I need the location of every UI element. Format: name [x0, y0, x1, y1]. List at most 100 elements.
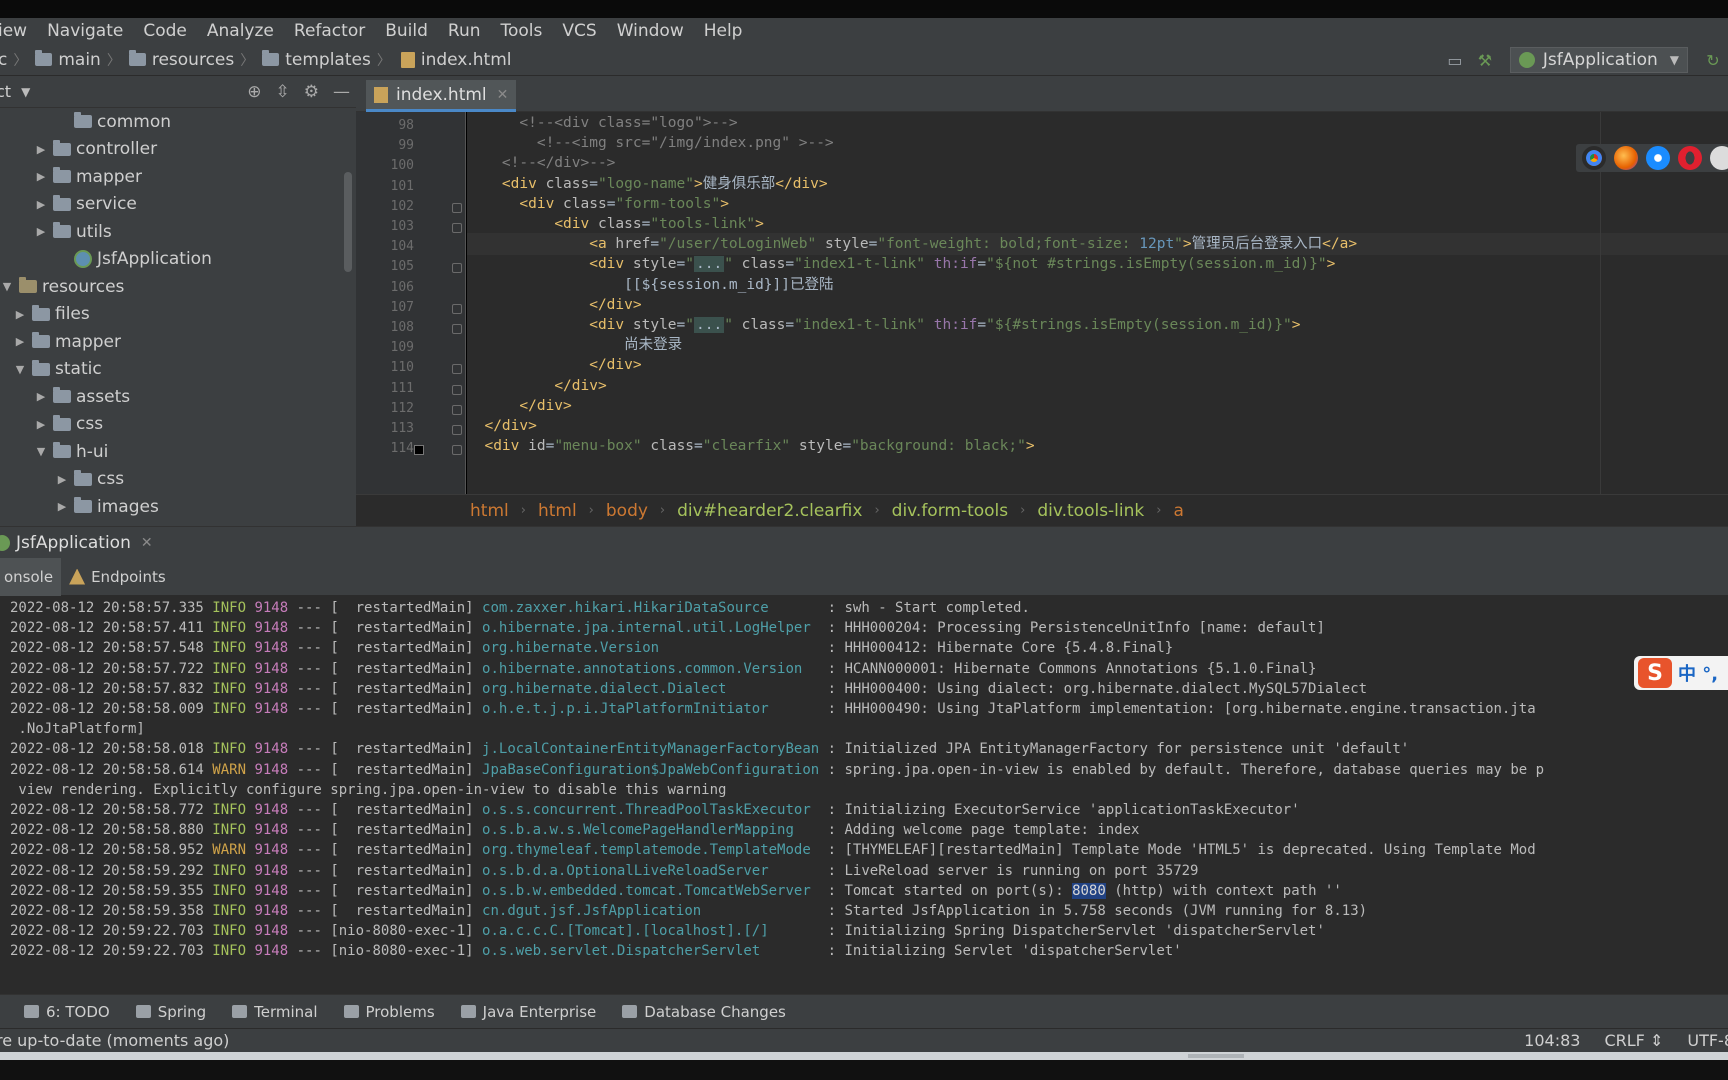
tree-item-css[interactable]: ▶ css: [0, 411, 356, 439]
menu-item-run[interactable]: Run: [438, 21, 491, 41]
tree-item-service[interactable]: ▶ service: [0, 191, 356, 219]
gear-icon[interactable]: ⚙: [304, 82, 319, 102]
menu-item-build[interactable]: Build: [375, 21, 438, 41]
toolwindow-todo[interactable]: 6: TODO: [24, 1003, 110, 1021]
menu-item-help[interactable]: Help: [694, 21, 753, 41]
editor-breadcrumb-item[interactable]: div.tools-link: [1037, 501, 1144, 521]
console-output[interactable]: 2022-08-12 20:58:57.335 INFO 9148 --- [ …: [0, 596, 1728, 994]
code-line[interactable]: </div>: [467, 415, 536, 437]
toolwindow-problems[interactable]: Problems: [343, 1003, 435, 1021]
expand-down-icon[interactable]: ▼: [34, 445, 48, 458]
project-tree-scrollbar[interactable]: [344, 172, 352, 272]
expand-right-icon[interactable]: ▶: [34, 143, 48, 156]
expand-right-icon[interactable]: ▶: [34, 390, 48, 403]
tree-item-static[interactable]: ▼ static: [0, 356, 356, 384]
run-tab-jsfapplication[interactable]: JsfApplication ✕: [0, 533, 153, 553]
code-line[interactable]: <!--<img src="/img/index.png" >-->: [467, 132, 834, 154]
tree-item-mapper[interactable]: ▶ mapper: [0, 328, 356, 356]
close-icon[interactable]: ✕: [497, 87, 509, 103]
close-icon[interactable]: ✕: [141, 535, 153, 551]
expand-right-icon[interactable]: ▶: [34, 225, 48, 238]
editor-breadcrumb-item[interactable]: body: [606, 501, 648, 521]
code-line[interactable]: [[${session.m_id}]]已登陆: [467, 274, 833, 296]
locate-icon[interactable]: ⊕: [247, 82, 261, 102]
expand-right-icon[interactable]: ▶: [34, 418, 48, 431]
fold-marker-icon[interactable]: [452, 324, 462, 334]
tree-item-images[interactable]: ▶ images: [0, 493, 356, 521]
editor-breadcrumb-item[interactable]: div#hearder2.clearfix: [677, 501, 862, 521]
opera-icon[interactable]: [1678, 146, 1702, 170]
chevron-down-icon[interactable]: ▼: [21, 85, 30, 99]
build-hammer-icon[interactable]: ⚒: [1470, 47, 1500, 73]
tree-item-h-ui[interactable]: ▼ h-ui: [0, 438, 356, 466]
breadcrumb-item[interactable]: resources 〉: [121, 50, 254, 70]
expand-right-icon[interactable]: ▶: [13, 308, 27, 321]
tab-endpoints[interactable]: Endpoints: [61, 558, 174, 596]
menu-item-code[interactable]: Code: [133, 21, 197, 41]
hide-icon[interactable]: —: [333, 82, 350, 102]
menu-item-window[interactable]: Window: [607, 21, 694, 41]
code-line[interactable]: </div>: [467, 375, 606, 397]
expand-right-icon[interactable]: ▶: [55, 473, 69, 486]
toolwindow-spring[interactable]: Spring: [135, 1003, 206, 1021]
fold-marker-icon[interactable]: [452, 404, 462, 415]
fold-marker-icon[interactable]: [452, 445, 462, 456]
tab-console[interactable]: onsole: [0, 557, 62, 596]
tab-index-html[interactable]: index.html ✕: [366, 80, 517, 112]
fold-marker-icon[interactable]: [452, 384, 462, 395]
breadcrumb-item[interactable]: c 〉: [0, 50, 27, 70]
tree-item-resources[interactable]: ▼ resources: [0, 273, 356, 301]
tree-item-controller[interactable]: ▶ controller: [0, 136, 356, 164]
menu-item-analyze[interactable]: Analyze: [197, 21, 284, 41]
editor-breadcrumb-item[interactable]: html: [538, 501, 577, 521]
code-line[interactable]: <div class="logo-name">健身俱乐部</div>: [467, 173, 828, 195]
expand-down-icon[interactable]: ▼: [0, 280, 14, 293]
editor-breadcrumb-item[interactable]: a: [1173, 501, 1183, 521]
code-line[interactable]: <!--</div>-->: [467, 152, 616, 174]
menu-item-vcs[interactable]: VCS: [552, 21, 606, 41]
run-configuration-select[interactable]: JsfApplication ▼: [1509, 47, 1688, 73]
code-line[interactable]: </div>: [467, 354, 641, 376]
breadcrumb-item[interactable]: index.html: [391, 50, 511, 70]
tree-item-files[interactable]: ▶ files: [0, 301, 356, 329]
safari-icon[interactable]: [1646, 146, 1670, 170]
project-view-title[interactable]: ct: [0, 82, 11, 101]
fold-marker-icon[interactable]: [452, 223, 462, 233]
code-line[interactable]: <div style="... " class="index1-t-link" t…: [467, 253, 1335, 275]
expand-right-icon[interactable]: ▶: [34, 170, 48, 183]
bookmark-icon[interactable]: [414, 445, 424, 456]
menu-item-refactor[interactable]: Refactor: [284, 21, 375, 41]
code-line[interactable]: </div>: [467, 395, 571, 417]
rerun-icon[interactable]: ↻: [1698, 47, 1728, 73]
code-line[interactable]: <a href="/user/toLoginWeb" style="font-w…: [467, 233, 1728, 256]
menu-item-iew[interactable]: iew: [0, 21, 37, 41]
fold-marker-icon[interactable]: [452, 425, 462, 435]
code-line[interactable]: <div class="tools-link">: [467, 213, 764, 235]
expand-right-icon[interactable]: ▶: [13, 335, 27, 348]
tree-item-jsfapplication[interactable]: JsfApplication: [0, 246, 356, 274]
code-line[interactable]: <!--<div class="logo">-->: [467, 112, 737, 134]
fold-marker-icon[interactable]: [452, 202, 462, 213]
toolwindow-java-enterprise[interactable]: Java Enterprise: [460, 1003, 596, 1021]
file-encoding[interactable]: UTF-8: [1687, 1031, 1728, 1050]
toolwindow-database-changes[interactable]: Database Changes: [622, 1003, 786, 1021]
expand-right-icon[interactable]: ▶: [55, 500, 69, 513]
fold-marker-icon[interactable]: [452, 263, 462, 274]
fold-marker-icon[interactable]: [452, 364, 462, 375]
tree-item-assets[interactable]: ▶ assets: [0, 383, 356, 411]
menu-item-tools[interactable]: Tools: [491, 21, 553, 41]
ime-indicator[interactable]: S 中 °,: [1634, 656, 1728, 690]
expand-right-icon[interactable]: ▶: [34, 198, 48, 211]
expand-down-icon[interactable]: ▼: [13, 363, 27, 376]
code-line[interactable]: </div>: [467, 294, 641, 316]
menu-item-navigate[interactable]: Navigate: [37, 21, 133, 41]
code-editor[interactable]: <!--<div class="logo">--> <!--<img src="…: [467, 112, 1728, 494]
editor-breadcrumb-item[interactable]: html: [470, 501, 509, 521]
caret-position[interactable]: 104:83: [1524, 1031, 1580, 1050]
firefox-icon[interactable]: [1614, 146, 1638, 170]
tree-item-common[interactable]: common: [0, 108, 356, 136]
fold-marker-icon[interactable]: [452, 303, 462, 314]
collapse-all-icon[interactable]: ⇳: [276, 82, 290, 102]
editor-breadcrumb-item[interactable]: div.form-tools: [892, 501, 1008, 521]
ie-icon[interactable]: [1710, 146, 1728, 170]
